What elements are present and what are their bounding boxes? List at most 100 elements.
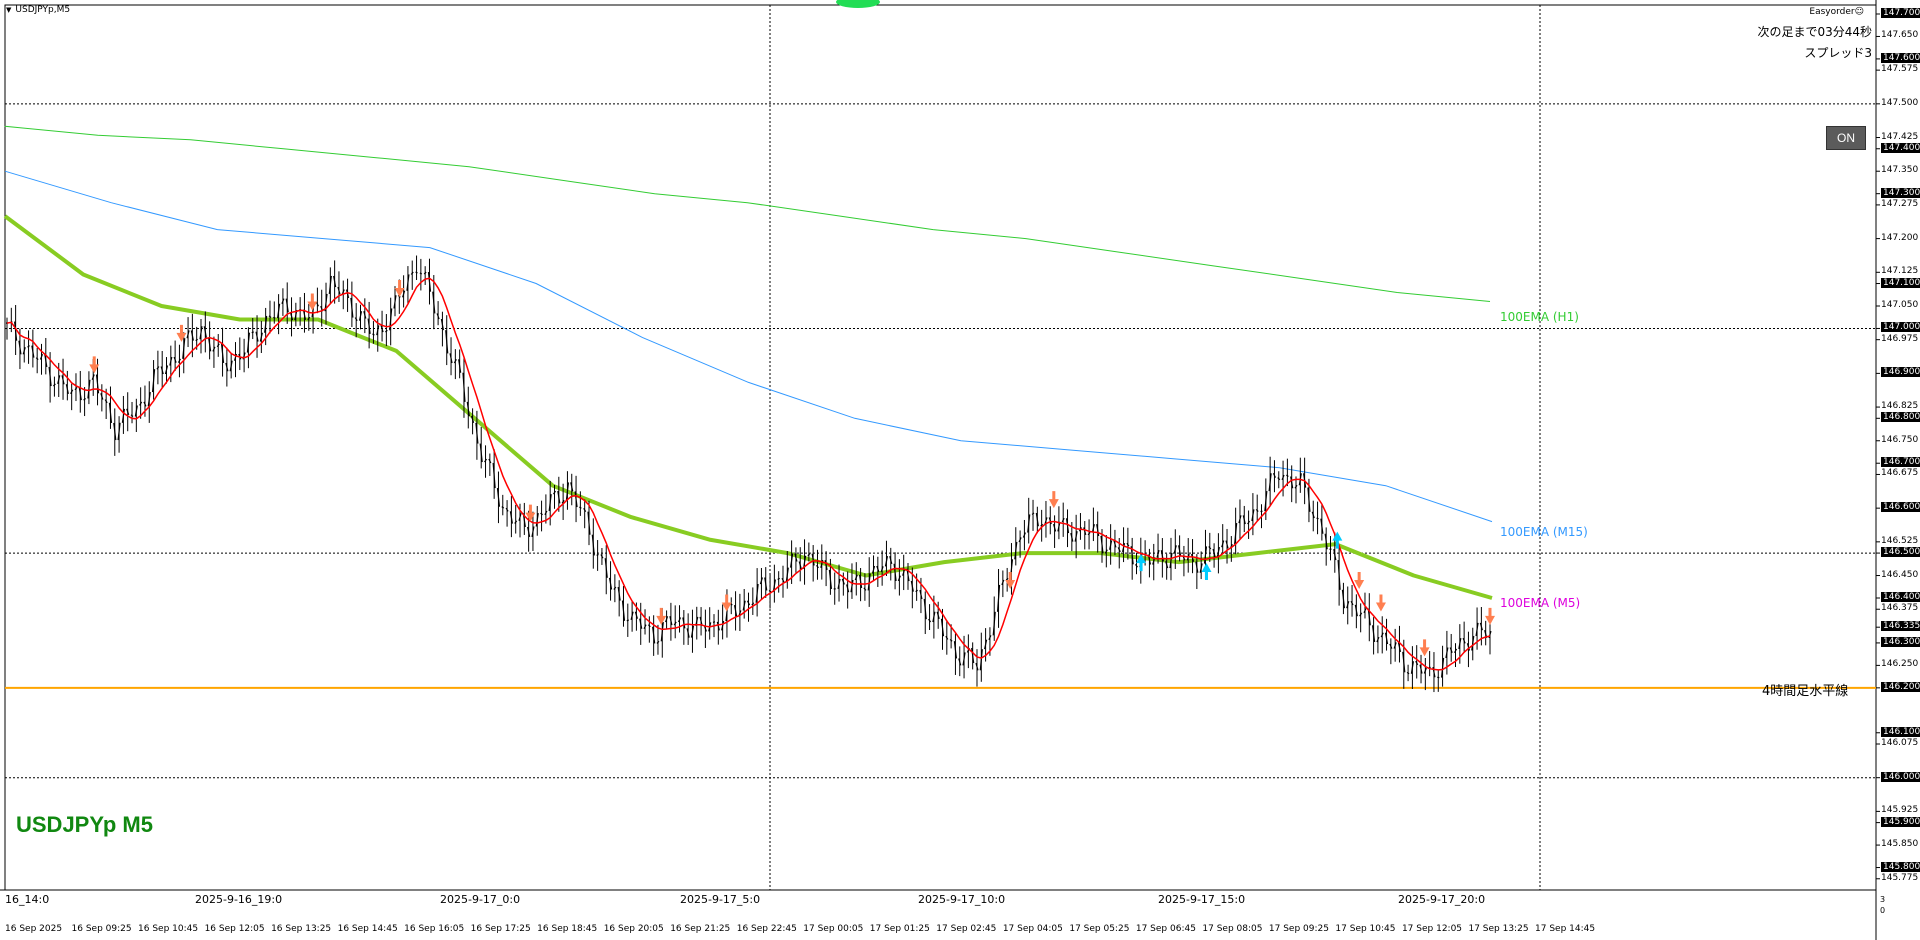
candle-body	[1005, 577, 1009, 581]
side-readout: 3	[1880, 895, 1886, 904]
time-axis-minor-label: 16 Sep 18:45	[537, 924, 598, 934]
time-axis-minor-label: 17 Sep 10:45	[1335, 924, 1396, 934]
time-axis-minor-label: 16 Sep 22:45	[736, 924, 797, 934]
time-axis-minor-label: 16 Sep 09:25	[71, 924, 132, 934]
candle-body	[626, 619, 630, 622]
price-axis-label: 145.850	[1881, 839, 1919, 850]
time-axis-minor-label: 17 Sep 01:25	[869, 924, 930, 934]
candle-body	[579, 506, 582, 509]
candle-body	[130, 414, 134, 417]
chart-window[interactable]: ▼ USDJPYp,M5 Easyorder☺ 次の足まで03分44秒 スプレッド…	[0, 0, 1920, 940]
candle-body	[273, 316, 276, 319]
candle-body	[596, 553, 599, 556]
candle-body	[768, 590, 772, 593]
candle-body	[83, 397, 86, 401]
side-readout: 0	[1880, 906, 1886, 915]
candle-body	[52, 383, 56, 387]
time-axis-major-label: 2025-9-17_5:0	[680, 893, 761, 906]
price-axis-label: 145.925	[1881, 805, 1919, 816]
candle-body	[816, 565, 819, 569]
ema-m5-label: 100EMA (M5)	[1500, 596, 1581, 610]
time-axis-minor-label: 16 Sep 16:05	[404, 924, 465, 934]
time-axis-minor-label: 16 Sep 12:05	[204, 924, 265, 934]
candle-body	[1031, 512, 1035, 515]
time-axis-minor-label: 17 Sep 02:45	[936, 924, 997, 934]
candle-body	[915, 589, 918, 593]
time-axis-minor-label: 17 Sep 05:25	[1069, 924, 1130, 934]
candle-body	[647, 624, 651, 628]
sell-arrow-icon	[1375, 594, 1386, 612]
sell-arrow-icon	[721, 594, 732, 612]
time-axis-major-label: 2025-9-17_20:0	[1398, 893, 1486, 906]
candle-body	[1247, 520, 1251, 525]
candle-body	[1135, 564, 1138, 568]
price-axis-label: 147.575	[1881, 64, 1919, 75]
time-axis-minor-label: 17 Sep 09:25	[1268, 924, 1329, 934]
ema-m15-line	[4, 170, 1493, 523]
price-axis-label: 145.775	[1881, 872, 1919, 883]
candle-body	[505, 507, 509, 512]
ema-h1-line	[4, 125, 1491, 302]
price-axis-label: 147.500	[1881, 97, 1919, 108]
time-axis-minor-label: 16 Sep 2025	[5, 924, 63, 934]
price-axis-label: 146.900	[1881, 367, 1920, 378]
price-axis-label: 147.350	[1881, 165, 1919, 176]
candle-body	[501, 506, 505, 509]
price-chart-canvas[interactable]	[0, 0, 1920, 940]
ema-h1-label: 100EMA (H1)	[1500, 310, 1579, 324]
price-axis-label: 146.000	[1881, 771, 1920, 782]
price-axis-label: 147.400	[1881, 142, 1920, 153]
candle-body	[251, 331, 254, 334]
candle-body	[540, 512, 543, 516]
candle-body	[1277, 477, 1281, 481]
price-axis-label: 147.700	[1881, 7, 1920, 18]
candle-body	[928, 618, 932, 623]
price-axis-label: 147.275	[1881, 198, 1919, 209]
time-axis-minor-label: 17 Sep 00:05	[803, 924, 864, 934]
sell-arrow-icon	[656, 607, 667, 625]
candle-body	[807, 553, 811, 557]
horizontal-line-label: 4時間足水平線	[1762, 684, 1849, 699]
price-axis-label: 146.675	[1881, 468, 1919, 479]
candle-body	[1255, 508, 1259, 512]
candle-body	[268, 315, 272, 318]
candle-body	[35, 357, 39, 360]
spread-readout: スプレッド3	[1804, 46, 1872, 60]
price-axis-label: 146.200	[1881, 681, 1920, 692]
indicator-blob-icon	[836, 0, 880, 8]
price-axis-label: 147.300	[1881, 187, 1920, 198]
price-axis-label: 146.250	[1881, 659, 1919, 670]
candle-body	[410, 271, 414, 275]
price-axis-label: 147.125	[1881, 266, 1919, 277]
candle-body	[354, 317, 358, 322]
candle-body	[1208, 546, 1212, 550]
candle-body	[415, 271, 418, 274]
candle-body	[1406, 671, 1410, 675]
candle-body	[514, 520, 518, 524]
candle-body	[656, 640, 660, 644]
time-axis-minor-label: 16 Sep 13:25	[271, 924, 332, 934]
price-axis-label: 146.525	[1881, 535, 1919, 546]
time-axis-minor-label: 16 Sep 17:25	[470, 924, 531, 934]
time-axis-minor-label: 16 Sep 10:45	[138, 924, 199, 934]
price-axis-label: 146.300	[1881, 636, 1920, 647]
candle-body	[104, 399, 108, 404]
price-axis-label: 147.425	[1881, 131, 1919, 142]
sell-arrow-icon	[1354, 571, 1365, 589]
on-toggle-button[interactable]: ON	[1826, 126, 1866, 150]
time-axis-major-label: 2025-9-17_10:0	[918, 893, 1006, 906]
time-axis-minor-label: 17 Sep 06:45	[1135, 924, 1196, 934]
candle-body	[863, 587, 867, 591]
price-axis-label: 147.600	[1881, 52, 1920, 63]
candle-body	[613, 586, 617, 590]
candle-body	[1316, 517, 1319, 520]
candle-body	[384, 329, 388, 333]
candle-body	[712, 621, 716, 623]
price-axis-label: 146.800	[1881, 412, 1920, 423]
candle-body	[484, 458, 488, 463]
price-axis-label: 147.000	[1881, 322, 1920, 333]
price-axis-label: 146.335	[1881, 621, 1920, 632]
candle-body	[777, 577, 780, 580]
dropdown-triangle-icon[interactable]: ▼	[6, 6, 11, 14]
candle-body	[419, 272, 423, 275]
